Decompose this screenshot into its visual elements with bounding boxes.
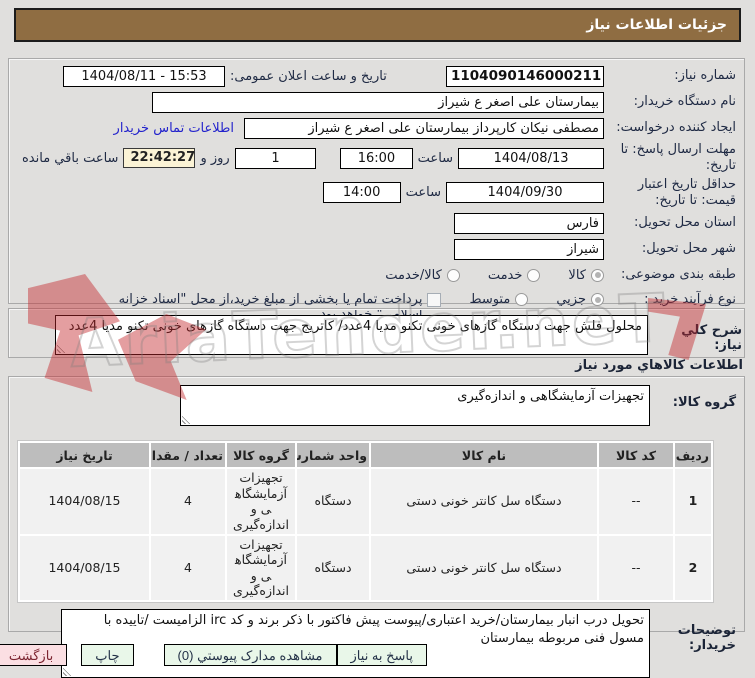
col-header-row-number[interactable]: ردیف [675, 443, 711, 467]
radio-label-goods-service: کالا/خدمت [385, 267, 442, 283]
goods-group-text: تجهیزات آزمایشگاهی و اندازه‌گیری [457, 389, 644, 404]
city-field[interactable]: شیراز [454, 238, 604, 260]
buyer-notes-text: تحویل درب انبار بیمارستان/خرید اعتباری/پ… [103, 613, 644, 646]
description-text: محلول فلش جهت دستگاه گازهای خونی تکنو مد… [68, 319, 642, 334]
radio-label-medium: متوسط [469, 292, 511, 307]
col-header-item-code[interactable]: کد کالا [599, 443, 673, 467]
table-row[interactable]: 1 -- دستگاه سل کانتر خونی دستی دستگاه تج… [20, 469, 711, 534]
classification-row: طبقه بندی موضوعی: کالا خدمت کالا/خدمت [15, 262, 738, 288]
cell-unit: دستگاه [297, 469, 369, 534]
radio-label-service: خدمت [487, 267, 523, 283]
requester-label: ایجاد کننده درخواست: [616, 119, 736, 135]
cell-quantity: 4 [151, 469, 225, 534]
radio-option-medium[interactable]: متوسط [469, 292, 529, 307]
description-panel: شرح کلي نیاز: محلول فلش جهت دستگاه گازها… [8, 308, 745, 358]
goods-table-header-row: ردیف کد کالا نام کالا واحد شمارش گروه کا… [20, 443, 711, 467]
process-type-label: نوع فرآیند خرید : [644, 292, 736, 307]
radio-option-service[interactable]: خدمت [488, 268, 541, 283]
need-number-row: شماره نیاز: 1104090146000211 تاریخ و ساع… [15, 63, 738, 89]
announce-datetime-label: تاریخ و ساعت اعلان عمومی: [230, 68, 387, 84]
radio-icon-goods-service[interactable] [446, 268, 460, 282]
col-header-group[interactable]: گروه کالا [227, 443, 295, 467]
goods-panel: گروه کالا: تجهیزات آزمایشگاهی و اندازه‌گ… [8, 376, 745, 678]
col-header-unit[interactable]: واحد شمارش [297, 443, 369, 467]
deadline-date-field[interactable]: 1404/08/13 [458, 147, 604, 169]
province-field[interactable]: فارس [454, 212, 604, 234]
cell-item-name: دستگاه سل کانتر خونی دستی [371, 535, 597, 600]
description-label: شرح کلي نیاز: [681, 323, 742, 353]
cell-quantity: 4 [151, 535, 225, 600]
goods-table: ردیف کد کالا نام کالا واحد شمارش گروه کا… [17, 440, 714, 603]
cell-item-code: -- [599, 469, 673, 534]
announce-datetime-field[interactable]: 1404/08/11 - 15:53 [63, 65, 225, 87]
buyer-org-row: نام دستگاه خریدار: بیمارستان علی اصغر ع … [15, 89, 738, 115]
need-number-label: شماره نیاز: [674, 67, 736, 83]
buyer-contact-link[interactable]: اطلاعات تماس خریدار [114, 121, 234, 136]
radio-option-goods[interactable]: کالا [568, 268, 604, 283]
deadline-hour-label: ساعت [417, 150, 454, 166]
validity-date-field[interactable]: 1404/09/30 [446, 182, 604, 204]
radio-icon-medium[interactable] [515, 293, 529, 306]
col-header-item-name[interactable]: نام کالا [371, 443, 597, 467]
hours-remaining-label: ساعت باقي مانده [22, 150, 119, 166]
print-button[interactable]: چاپ [81, 644, 134, 666]
need-number-field[interactable]: 1104090146000211 [446, 65, 604, 87]
city-row: شهر محل تحویل: شیراز [15, 236, 738, 262]
radio-icon-service[interactable] [527, 268, 541, 282]
buyer-org-field[interactable]: بیمارستان علی اصغر ع شیراز [152, 91, 604, 113]
remaining-days-field[interactable]: 1 [234, 147, 317, 169]
cell-item-code: -- [599, 535, 673, 600]
cell-need-date: 1404/08/15 [20, 469, 149, 534]
need-info-panel: شماره نیاز: 1104090146000211 تاریخ و ساع… [8, 58, 745, 322]
province-label: استان محل تحویل: [634, 214, 736, 230]
table-row[interactable]: 2 -- دستگاه سل کانتر خونی دستی دستگاه تج… [20, 535, 711, 600]
resize-grip-icon[interactable] [182, 415, 191, 424]
page-title-bar: جزئیات اطلاعات نیاز [14, 8, 741, 42]
radio-icon-minor[interactable] [591, 293, 604, 306]
radio-icon-goods[interactable] [591, 268, 604, 282]
cell-row-number: 1 [675, 469, 711, 534]
radio-label-minor: جزیي [556, 292, 586, 307]
validity-time-field[interactable]: 14:00 [322, 182, 401, 204]
validity-hour-label: ساعت [405, 185, 441, 201]
cell-need-date: 1404/08/15 [20, 535, 149, 600]
radio-label-goods: کالا [568, 267, 586, 283]
province-row: استان محل تحویل: فارس [15, 210, 738, 236]
goods-group-textarea[interactable]: تجهیزات آزمایشگاهی و اندازه‌گیری [180, 385, 650, 426]
cell-group: تجهیزات آزمایشگاهی و اندازه‌گیری [227, 535, 295, 600]
days-and-label: روز و [200, 150, 230, 166]
view-attached-docs-button[interactable]: مشاهده مدارک پیوستي (0) [163, 644, 337, 666]
price-validity-row: حداقل تاریخ اعتبار قیمت: تا تاریخ: 1404/… [15, 176, 738, 211]
cell-row-number: 2 [675, 535, 711, 600]
response-deadline-label: مهلت ارسال پاسخ: تا تاریخ: [620, 142, 736, 174]
requester-row: ایجاد کننده درخواست: مصطفی نیکان کارپردا… [15, 115, 738, 141]
response-deadline-row: مهلت ارسال پاسخ: تا تاریخ: 1404/08/13 سا… [15, 141, 738, 176]
goods-section-title: اطلاعات کالاهاي مورد نیاز [575, 358, 743, 373]
cell-item-name: دستگاه سل کانتر خونی دستی [371, 469, 597, 534]
requester-field[interactable]: مصطفی نیکان کارپرداز بیمارستان علی اصغر … [244, 117, 604, 139]
action-buttons-row: پاسخ به نیاز مشاهده مدارک پیوستي (0) چاپ… [0, 644, 755, 666]
goods-group-label: گروه کالا: [672, 395, 736, 410]
col-header-need-date[interactable]: تاریخ نیاز [20, 443, 149, 467]
page-title: جزئیات اطلاعات نیاز [586, 17, 727, 33]
description-textarea[interactable]: محلول فلش جهت دستگاه گازهای خونی تکنو مد… [55, 315, 648, 355]
resize-grip-icon[interactable] [57, 344, 66, 353]
buyer-org-label: نام دستگاه خریدار: [633, 93, 736, 109]
cell-group: تجهیزات آزمایشگاهی و اندازه‌گیری [227, 469, 295, 534]
col-header-quantity[interactable]: تعداد / مقدار [151, 443, 225, 467]
radio-option-minor[interactable]: جزیي [556, 292, 604, 307]
classification-label: طبقه بندی موضوعی: [620, 266, 736, 282]
deadline-time-field[interactable]: 16:00 [340, 147, 413, 169]
countdown-timer: 22:42:27 [123, 148, 196, 169]
respond-to-need-button[interactable]: پاسخ به نیاز [336, 644, 427, 666]
resize-grip-icon[interactable] [63, 667, 72, 676]
back-button[interactable]: بازگشت [0, 644, 68, 666]
price-validity-label: حداقل تاریخ اعتبار قیمت: تا تاریخ: [637, 176, 736, 208]
treasury-checkbox[interactable] [427, 293, 442, 307]
city-label: شهر محل تحویل: [641, 240, 736, 256]
cell-unit: دستگاه [297, 535, 369, 600]
radio-option-goods-service[interactable]: کالا/خدمت [385, 268, 460, 283]
